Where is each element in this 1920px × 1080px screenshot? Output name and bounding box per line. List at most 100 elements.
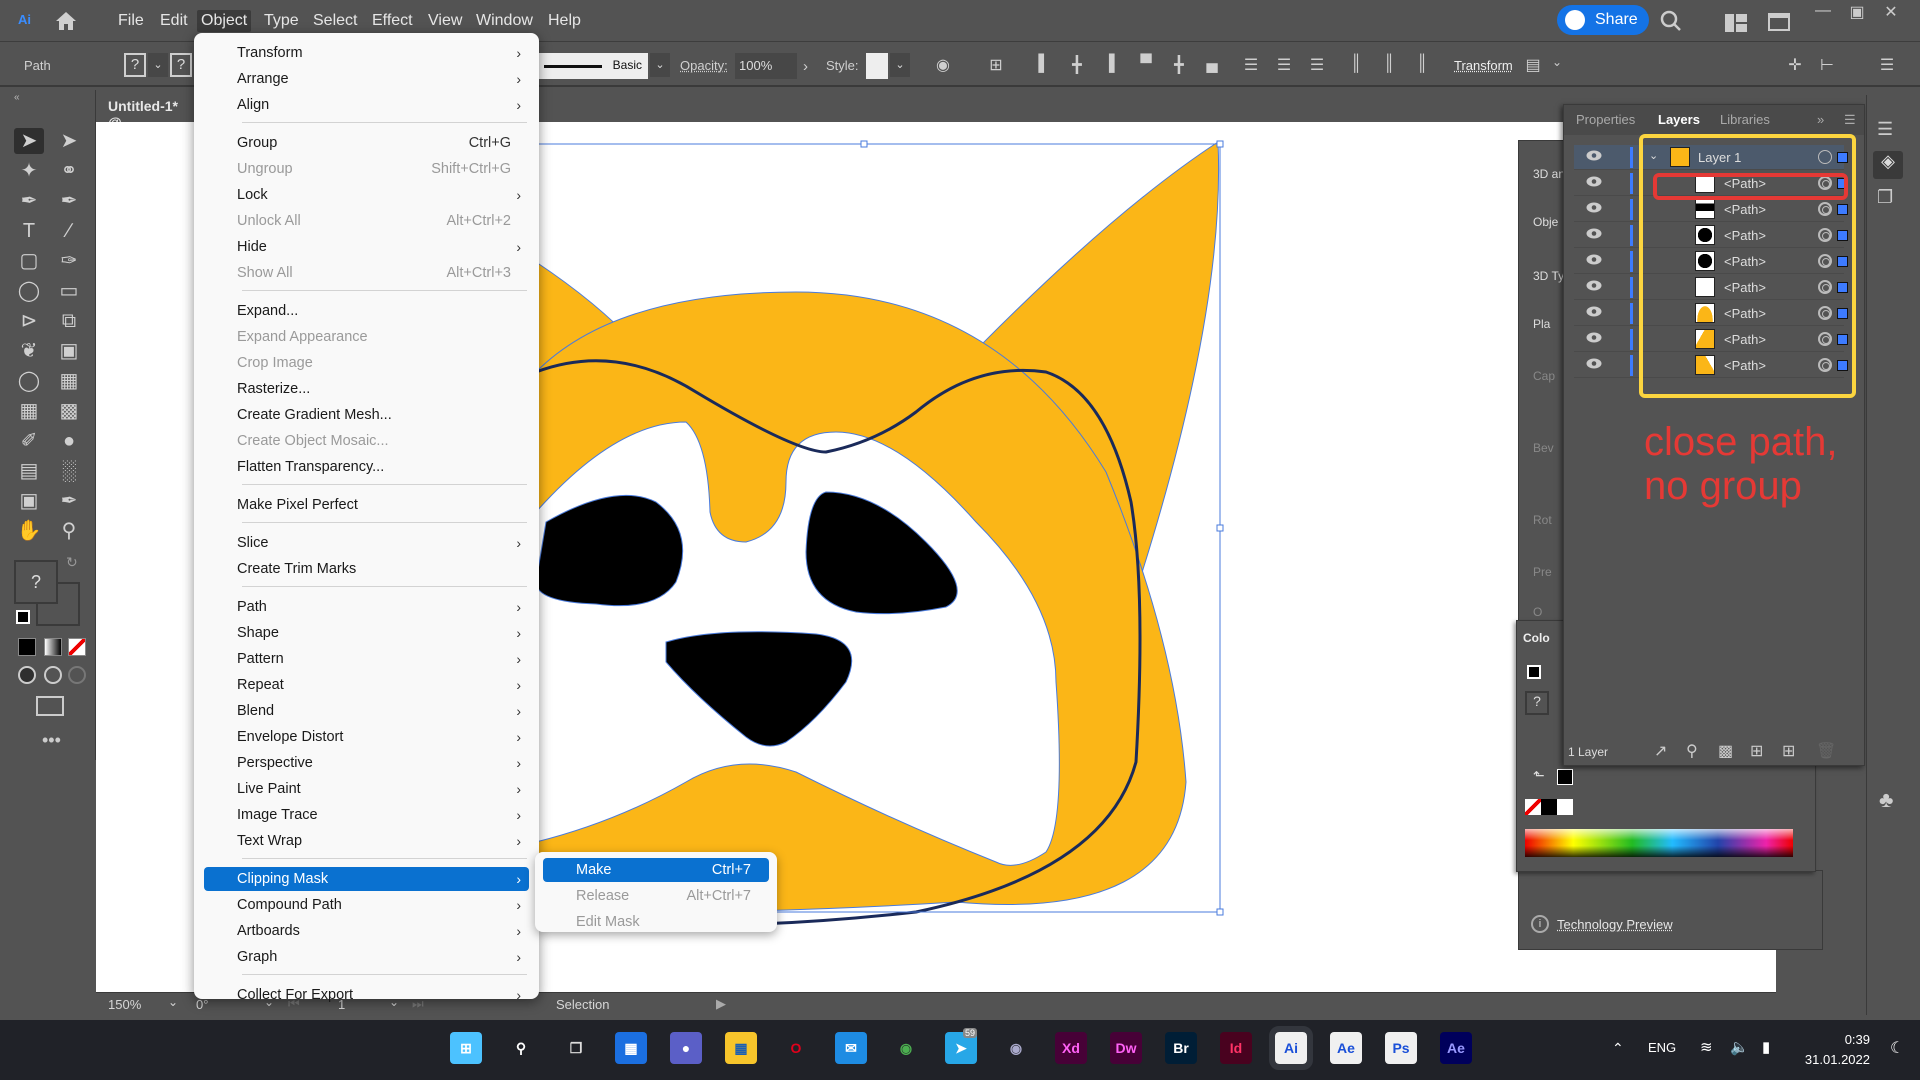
white-swatch[interactable]: [1557, 799, 1573, 815]
selection-tool-icon[interactable]: ➤: [14, 128, 44, 154]
menu-item-create-object-mosaic[interactable]: Create Object Mosaic...: [204, 429, 529, 453]
menu-view[interactable]: View: [424, 10, 466, 32]
color-spectrum-slider[interactable]: [1525, 829, 1793, 857]
menu-item-clipping-mask[interactable]: Clipping Mask ›: [204, 867, 529, 891]
collapse-toolbar-icon[interactable]: «: [14, 92, 20, 103]
stroke-profile-select[interactable]: Basic: [538, 53, 648, 79]
last-color-swatch[interactable]: [1557, 769, 1573, 785]
distribute-hcenter-icon[interactable]: ║: [1378, 55, 1400, 75]
hand-tool-icon[interactable]: ✋: [14, 518, 44, 544]
submenu-item-make[interactable]: Make Ctrl+7: [543, 858, 769, 882]
menu-item-unlock-all[interactable]: Unlock All Alt+Ctrl+2: [204, 209, 529, 233]
menu-item-expand[interactable]: Expand...: [204, 299, 529, 323]
menu-item-rasterize[interactable]: Rasterize...: [204, 377, 529, 401]
bbox-handle[interactable]: [1216, 140, 1224, 148]
menu-item-flatten-transparency[interactable]: Flatten Transparency...: [204, 455, 529, 479]
document-tab[interactable]: Untitled-1* @: [96, 90, 196, 130]
menu-item-image-trace[interactable]: Image Trace ›: [204, 803, 529, 827]
menu-item-envelope-distort[interactable]: Envelope Distort ›: [204, 725, 529, 749]
align-vcenter-icon[interactable]: ╋: [1168, 55, 1190, 75]
lasso-tool-icon[interactable]: ⚭: [54, 158, 84, 184]
align-right-icon[interactable]: ▐: [1098, 55, 1120, 75]
taskbar-app-ps[interactable]: Ps: [1385, 1032, 1417, 1064]
blend-tool-icon[interactable]: ●: [54, 428, 84, 454]
fill-dropdown[interactable]: ⌄: [148, 53, 168, 77]
align-top-icon[interactable]: ▀: [1135, 55, 1157, 75]
taskbar-app-xd[interactable]: Xd: [1055, 1032, 1087, 1064]
submenu-item-release[interactable]: Release Alt+Ctrl+7: [543, 884, 769, 908]
taskbar-app-start[interactable]: ⊞: [450, 1032, 482, 1064]
mesh-tool-icon[interactable]: ▦: [14, 398, 44, 424]
perspective-grid-tool-icon[interactable]: ▦: [54, 368, 84, 394]
opacity-arrow[interactable]: ›: [803, 58, 808, 75]
out-of-gamut-icon[interactable]: ⬑: [1533, 767, 1545, 784]
menu-item-repeat[interactable]: Repeat ›: [204, 673, 529, 697]
taskbar-app-chrome[interactable]: ◉: [890, 1032, 922, 1064]
menu-help[interactable]: Help: [544, 10, 585, 32]
artboard-tool-icon[interactable]: ▣: [14, 488, 44, 514]
taskbar-app-cinema-4d[interactable]: ◉: [1000, 1032, 1032, 1064]
visibility-eye-icon[interactable]: [1586, 228, 1602, 239]
zoom-level[interactable]: 150%: [108, 997, 141, 1012]
close-button[interactable]: ✕: [1874, 2, 1908, 24]
visibility-eye-icon[interactable]: [1586, 280, 1602, 291]
rectangle-tool-icon[interactable]: ▢: [14, 248, 44, 274]
shaper-tool-icon[interactable]: ◯: [14, 278, 44, 304]
menu-edit[interactable]: Edit: [156, 10, 192, 32]
show-hidden-icons-chevron-icon[interactable]: ⌃: [1612, 1040, 1624, 1057]
visibility-eye-icon[interactable]: [1586, 306, 1602, 317]
menu-item-create-trim-marks[interactable]: Create Trim Marks: [204, 557, 529, 581]
focus-assist-moon-icon[interactable]: ☾: [1890, 1038, 1904, 1058]
menu-item-path[interactable]: Path ›: [204, 595, 529, 619]
menu-type[interactable]: Type: [260, 10, 303, 32]
bbox-handle[interactable]: [1216, 524, 1224, 532]
free-transform-tool-icon[interactable]: ▣: [54, 338, 84, 364]
distribute-top-icon[interactable]: ☰: [1240, 55, 1262, 75]
distribute-vcenter-icon[interactable]: ☰: [1273, 55, 1295, 75]
visibility-eye-icon[interactable]: [1586, 202, 1602, 213]
reflect-tool-icon[interactable]: ⊳: [14, 308, 44, 334]
menu-item-slice[interactable]: Slice ›: [204, 531, 529, 555]
tab-libraries[interactable]: Libraries: [1720, 112, 1770, 127]
taskbar-app-opera[interactable]: O: [780, 1032, 812, 1064]
symbols-panel-icon[interactable]: ♣: [1879, 787, 1893, 813]
menu-item-live-paint[interactable]: Live Paint ›: [204, 777, 529, 801]
menu-item-perspective[interactable]: Perspective ›: [204, 751, 529, 775]
expand-panels-icon[interactable]: »: [1817, 112, 1824, 127]
taskbar-app-ai[interactable]: Ai: [1269, 1026, 1313, 1070]
eyedropper-tool-icon[interactable]: ✐: [14, 428, 44, 454]
visibility-eye-icon[interactable]: [1586, 358, 1602, 369]
menu-effect[interactable]: Effect: [368, 10, 417, 32]
shape-builder-tool-icon[interactable]: ◯: [14, 368, 44, 394]
language-indicator[interactable]: ENG: [1648, 1040, 1676, 1055]
status-menu-arrow[interactable]: ▶: [716, 996, 726, 1012]
workspace-switcher-icon[interactable]: [1725, 14, 1747, 32]
column-graph-tool-icon[interactable]: ░: [54, 458, 84, 484]
menu-item-pattern[interactable]: Pattern ›: [204, 647, 529, 671]
gradient-mode-icon[interactable]: [44, 638, 62, 656]
taskbar-app-br[interactable]: Br: [1165, 1032, 1197, 1064]
symbol-sprayer-tool-icon[interactable]: ▤: [14, 458, 44, 484]
taskbar-app-ae[interactable]: Ae: [1330, 1032, 1362, 1064]
bbox-handle[interactable]: [1216, 908, 1224, 916]
scale-tool-icon[interactable]: ⧉: [54, 308, 84, 334]
wifi-icon[interactable]: ≋: [1700, 1038, 1713, 1056]
menu-item-expand-appearance[interactable]: Expand Appearance: [204, 325, 529, 349]
zoom-tool-icon[interactable]: ⚲: [54, 518, 84, 544]
distribute-right-icon[interactable]: ║: [1411, 55, 1433, 75]
menu-item-transform[interactable]: Transform ›: [204, 41, 529, 65]
menu-item-collect-for-export[interactable]: Collect For Export ›: [204, 983, 529, 1007]
curvature-tool-icon[interactable]: ✒: [54, 188, 84, 214]
visibility-eye-icon[interactable]: [1586, 332, 1602, 343]
menu-item-align[interactable]: Align ›: [204, 93, 529, 117]
menu-item-blend[interactable]: Blend ›: [204, 699, 529, 723]
none-swatch[interactable]: [1525, 799, 1541, 815]
menu-file[interactable]: File: [114, 10, 148, 32]
taskbar-app-teams[interactable]: ●: [670, 1032, 702, 1064]
visibility-eye-icon[interactable]: [1586, 150, 1602, 161]
list-menu-icon[interactable]: ☰: [1876, 55, 1898, 75]
line-tool-icon[interactable]: ∕: [54, 218, 84, 244]
arrange-documents-icon[interactable]: [1768, 13, 1790, 31]
opacity-label[interactable]: Opacity:: [680, 58, 728, 73]
edit-toolbar-icon[interactable]: •••: [42, 730, 61, 751]
